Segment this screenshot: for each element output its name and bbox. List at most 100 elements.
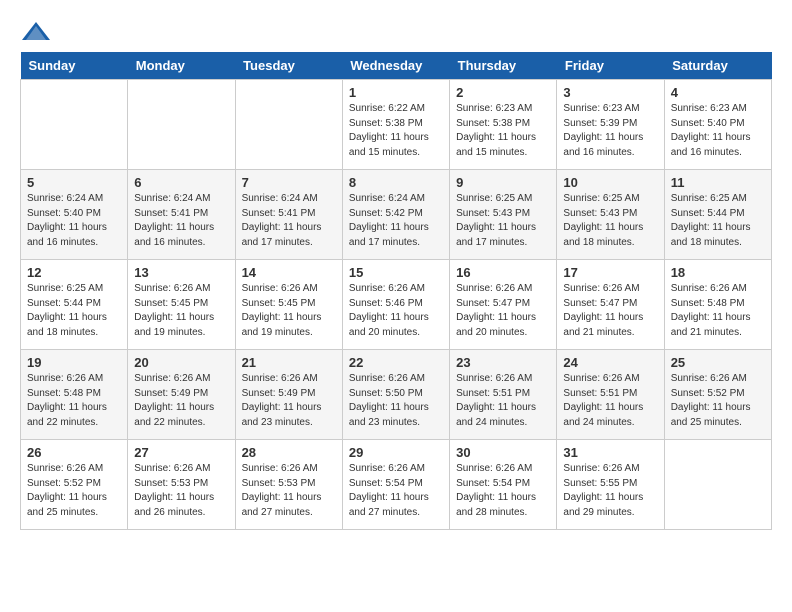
calendar-week-row: 1 Sunrise: 6:22 AM Sunset: 5:38 PM Daylig… [21,80,772,170]
calendar-cell: 13Sunrise: 6:26 AM Sunset: 5:45 PM Dayli… [128,260,235,350]
calendar-cell: 18 Sunrise: 6:26 AM Sunset: 5:48 PM Dayli… [664,260,771,350]
day-number: 3 [563,85,657,100]
day-number: 5 [27,175,121,190]
day-number: 29 [349,445,443,460]
calendar-cell: 3 Sunrise: 6:23 AM Sunset: 5:39 PM Daylig… [557,80,664,170]
day-info: Sunrise: 6:26 AM Sunset: 5:46 PM Dayligh… [349,282,443,340]
day-number: 1 [349,85,443,100]
calendar-cell: 25 Sunrise: 6:26 AM Sunset: 5:52 PM Dayli… [664,350,771,440]
day-number: 28 [242,445,336,460]
day-info: Sunrise: 6:26 AM Sunset: 5:54 PM Dayligh… [456,462,550,520]
day-info: Sunrise: 6:26 AM Sunset: 5:47 PM Dayligh… [456,282,550,340]
day-number: 23 [456,355,550,370]
calendar-cell [235,80,342,170]
calendar-cell: 26 Sunrise: 6:26 AM Sunset: 5:52 PM Dayli… [21,440,128,530]
calendar-cell: 16 Sunrise: 6:26 AM Sunset: 5:47 PM Dayli… [450,260,557,350]
day-number: 8 [349,175,443,190]
day-info: Sunrise: 6:26 AM Sunset: 5:55 PM Dayligh… [563,462,657,520]
header-thursday: Thursday [450,52,557,80]
calendar-cell: 30 Sunrise: 6:26 AM Sunset: 5:54 PM Dayli… [450,440,557,530]
day-number: 2 [456,85,550,100]
day-info: Sunrise: 6:22 AM Sunset: 5:38 PM Dayligh… [349,102,443,160]
calendar-cell: 27 Sunrise: 6:26 AM Sunset: 5:53 PM Dayli… [128,440,235,530]
day-info: Sunrise: 6:25 AM Sunset: 5:44 PM Dayligh… [671,192,765,250]
calendar-cell: 5Sunrise: 6:24 AM Sunset: 5:40 PM Daylig… [21,170,128,260]
day-number: 26 [27,445,121,460]
day-info: Sunrise: 6:26 AM Sunset: 5:50 PM Dayligh… [349,372,443,430]
calendar-week-row: 12 Sunrise: 6:25 AM Sunset: 5:44 PM Dayli… [21,260,772,350]
day-number: 17 [563,265,657,280]
day-info: Sunrise: 6:26 AM Sunset: 5:45 PM Dayligh… [242,282,336,340]
day-info: Sunrise: 6:26 AM Sunset: 5:52 PM Dayligh… [671,372,765,430]
header-saturday: Saturday [664,52,771,80]
day-info: Sunrise: 6:25 AM Sunset: 5:43 PM Dayligh… [456,192,550,250]
day-info: Sunrise: 6:25 AM Sunset: 5:43 PM Dayligh… [563,192,657,250]
page-header [20,20,772,42]
logo [20,20,50,42]
day-info: Sunrise: 6:26 AM Sunset: 5:45 PM Dayligh… [134,282,228,340]
day-number: 16 [456,265,550,280]
calendar-cell: 24 Sunrise: 6:26 AM Sunset: 5:51 PM Dayli… [557,350,664,440]
calendar-cell [21,80,128,170]
calendar-cell: 12 Sunrise: 6:25 AM Sunset: 5:44 PM Dayli… [21,260,128,350]
calendar-cell: 9 Sunrise: 6:25 AM Sunset: 5:43 PM Daylig… [450,170,557,260]
day-info: Sunrise: 6:23 AM Sunset: 5:38 PM Dayligh… [456,102,550,160]
day-number: 4 [671,85,765,100]
day-number: 21 [242,355,336,370]
header-tuesday: Tuesday [235,52,342,80]
calendar-cell: 21 Sunrise: 6:26 AM Sunset: 5:49 PM Dayli… [235,350,342,440]
calendar-cell: 19Sunrise: 6:26 AM Sunset: 5:48 PM Dayli… [21,350,128,440]
calendar-week-row: 26 Sunrise: 6:26 AM Sunset: 5:52 PM Dayli… [21,440,772,530]
calendar-cell: 15 Sunrise: 6:26 AM Sunset: 5:46 PM Dayli… [342,260,449,350]
calendar-cell: 10Sunrise: 6:25 AM Sunset: 5:43 PM Dayli… [557,170,664,260]
day-number: 20 [134,355,228,370]
day-number: 27 [134,445,228,460]
calendar-cell: 31 Sunrise: 6:26 AM Sunset: 5:55 PM Dayli… [557,440,664,530]
calendar-cell: 8Sunrise: 6:24 AM Sunset: 5:42 PM Daylig… [342,170,449,260]
calendar-cell: 20 Sunrise: 6:26 AM Sunset: 5:49 PM Dayli… [128,350,235,440]
calendar-cell: 4Sunrise: 6:23 AM Sunset: 5:40 PM Daylig… [664,80,771,170]
calendar-cell [664,440,771,530]
day-number: 15 [349,265,443,280]
day-info: Sunrise: 6:26 AM Sunset: 5:51 PM Dayligh… [563,372,657,430]
calendar-cell [128,80,235,170]
day-info: Sunrise: 6:26 AM Sunset: 5:51 PM Dayligh… [456,372,550,430]
day-info: Sunrise: 6:23 AM Sunset: 5:39 PM Dayligh… [563,102,657,160]
calendar-cell: 1 Sunrise: 6:22 AM Sunset: 5:38 PM Daylig… [342,80,449,170]
header-sunday: Sunday [21,52,128,80]
calendar-cell: 29 Sunrise: 6:26 AM Sunset: 5:54 PM Dayli… [342,440,449,530]
day-number: 9 [456,175,550,190]
day-number: 30 [456,445,550,460]
calendar-cell: 6Sunrise: 6:24 AM Sunset: 5:41 PM Daylig… [128,170,235,260]
header-wednesday: Wednesday [342,52,449,80]
day-number: 12 [27,265,121,280]
day-info: Sunrise: 6:24 AM Sunset: 5:41 PM Dayligh… [134,192,228,250]
header-monday: Monday [128,52,235,80]
day-number: 25 [671,355,765,370]
day-number: 22 [349,355,443,370]
calendar-cell: 23 Sunrise: 6:26 AM Sunset: 5:51 PM Dayli… [450,350,557,440]
calendar-week-row: 19Sunrise: 6:26 AM Sunset: 5:48 PM Dayli… [21,350,772,440]
day-info: Sunrise: 6:26 AM Sunset: 5:49 PM Dayligh… [242,372,336,430]
day-number: 14 [242,265,336,280]
calendar-cell: 14 Sunrise: 6:26 AM Sunset: 5:45 PM Dayli… [235,260,342,350]
calendar-table: SundayMondayTuesdayWednesdayThursdayFrid… [20,52,772,530]
day-info: Sunrise: 6:26 AM Sunset: 5:54 PM Dayligh… [349,462,443,520]
day-info: Sunrise: 6:26 AM Sunset: 5:52 PM Dayligh… [27,462,121,520]
day-number: 31 [563,445,657,460]
calendar-cell: 7Sunrise: 6:24 AM Sunset: 5:41 PM Daylig… [235,170,342,260]
header-friday: Friday [557,52,664,80]
day-info: Sunrise: 6:26 AM Sunset: 5:53 PM Dayligh… [134,462,228,520]
day-info: Sunrise: 6:26 AM Sunset: 5:48 PM Dayligh… [671,282,765,340]
day-info: Sunrise: 6:25 AM Sunset: 5:44 PM Dayligh… [27,282,121,340]
calendar-week-row: 5Sunrise: 6:24 AM Sunset: 5:40 PM Daylig… [21,170,772,260]
calendar-cell: 17Sunrise: 6:26 AM Sunset: 5:47 PM Dayli… [557,260,664,350]
day-info: Sunrise: 6:26 AM Sunset: 5:49 PM Dayligh… [134,372,228,430]
day-number: 18 [671,265,765,280]
day-number: 24 [563,355,657,370]
day-info: Sunrise: 6:24 AM Sunset: 5:41 PM Dayligh… [242,192,336,250]
day-number: 11 [671,175,765,190]
day-info: Sunrise: 6:26 AM Sunset: 5:53 PM Dayligh… [242,462,336,520]
calendar-cell: 28 Sunrise: 6:26 AM Sunset: 5:53 PM Dayli… [235,440,342,530]
calendar-cell: 22 Sunrise: 6:26 AM Sunset: 5:50 PM Dayli… [342,350,449,440]
